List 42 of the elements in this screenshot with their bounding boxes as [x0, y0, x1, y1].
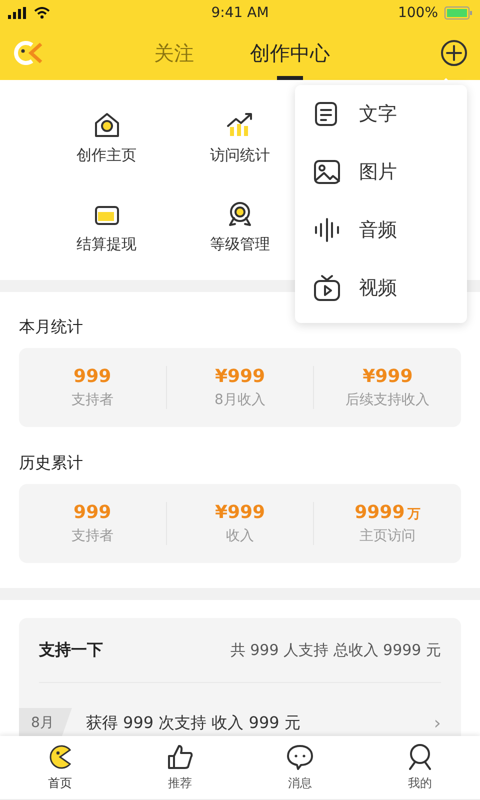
battery-icon: [444, 6, 472, 20]
bottom-tab[interactable]: 推荐: [120, 736, 240, 799]
signal-icon: [8, 7, 28, 19]
bottom-tab[interactable]: 首页: [0, 736, 120, 799]
stat-value: 9999: [354, 502, 405, 523]
image-icon: [313, 158, 341, 186]
tv-icon: [313, 274, 341, 302]
shortcut-button[interactable]: 结算提现: [40, 195, 174, 258]
support-summary: 共 999 人支持 总收入 9999 元: [230, 640, 441, 660]
battery-percent: 100%: [398, 5, 438, 21]
stat-value: ¥999: [362, 366, 413, 387]
sound-wave-icon: [313, 216, 341, 244]
header-tab[interactable]: 创作中心: [250, 26, 330, 80]
stat-value: 999: [74, 502, 112, 523]
status-time: 9:41 AM: [211, 5, 269, 21]
stat-unit: 万: [408, 507, 421, 522]
support-row-text: 获得 999 次支持 收入 999 元: [86, 712, 302, 734]
stat-label: 收入: [226, 527, 254, 545]
bottom-tab[interactable]: 消息: [240, 736, 360, 799]
shortcut-button[interactable]: 创作主页: [40, 106, 174, 169]
stat-label: 后续支持收入: [346, 391, 430, 409]
thumbs-up-icon: [166, 743, 194, 771]
stat-value: 999: [74, 366, 112, 387]
user-icon: [406, 743, 434, 771]
support-row[interactable]: 8月 获得 999 次支持 收入 999 元 ›: [19, 683, 441, 736]
month-tag: 8月: [19, 708, 72, 736]
chat-icon: [286, 743, 314, 771]
logo-icon: [12, 39, 44, 67]
stat-value: ¥999: [214, 366, 266, 387]
stat-value: ¥999: [214, 502, 266, 523]
stat-label: 支持者: [71, 391, 114, 409]
stat-label: 支持者: [71, 527, 114, 545]
add-icon[interactable]: [440, 39, 468, 67]
bottom-tab[interactable]: 我的: [360, 736, 480, 799]
chevron-icon: ›: [434, 712, 441, 734]
section-title: 历史累计: [19, 452, 84, 474]
stat-label: 主页访问: [360, 527, 416, 545]
wifi-icon: [34, 7, 50, 19]
section-title: 本月统计: [19, 316, 84, 338]
menu-item[interactable]: 视频: [295, 259, 467, 317]
stat-label: 8月收入: [214, 391, 266, 409]
support-title: 支持一下: [39, 640, 103, 660]
